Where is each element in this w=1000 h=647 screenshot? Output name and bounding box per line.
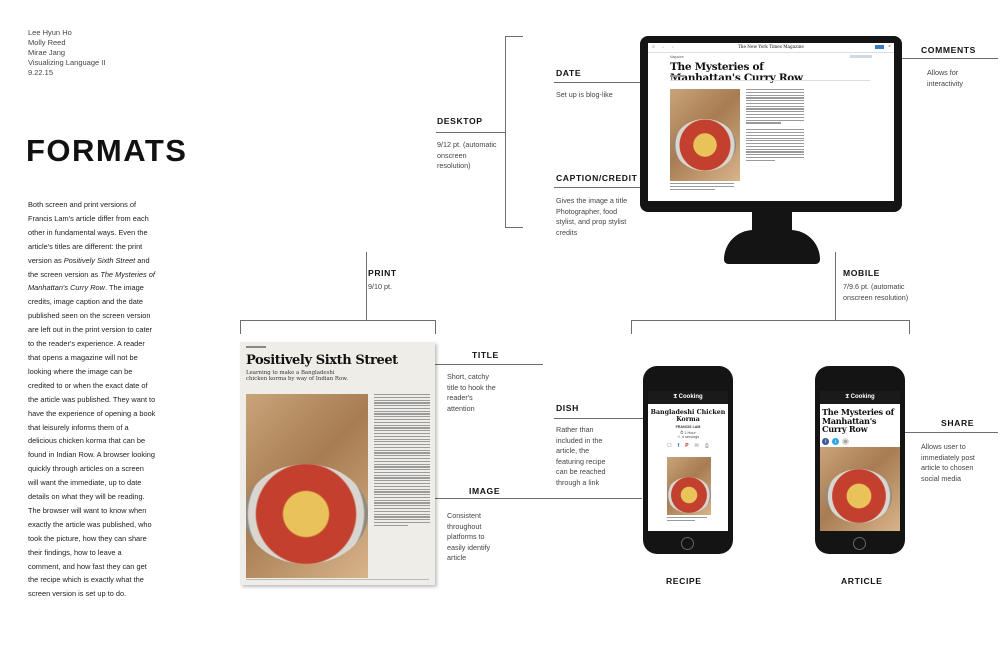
divider xyxy=(670,80,870,81)
section-label: Magazine xyxy=(670,55,684,59)
mobile-note: 7/9.6 pt. (automatic onscreen resolution… xyxy=(843,282,909,302)
publish-date xyxy=(670,75,684,77)
gear-icon[interactable]: ⚙ xyxy=(888,44,891,48)
mobile-label: MOBILE xyxy=(843,268,881,278)
share-label: SHARE xyxy=(941,418,975,428)
article-image xyxy=(820,447,900,531)
comments-bubble[interactable] xyxy=(850,55,872,58)
facebook-icon[interactable]: f xyxy=(822,437,829,445)
mobile-bracket-line xyxy=(631,320,910,321)
curry-plate xyxy=(246,464,368,564)
recipe-share-bar: ☐ f P ✉ ⎙ xyxy=(648,443,728,449)
desktop-label-line xyxy=(436,132,505,133)
recipe-yield-value: 4 servings xyxy=(681,435,700,439)
comments-label: COMMENTS xyxy=(921,45,976,55)
recipe-phone-screen: 𝕿 Cooking Bangladeshi Chicken Korma FRAN… xyxy=(648,391,728,531)
subscribe-button[interactable] xyxy=(875,45,884,49)
monitor-stand-base xyxy=(724,230,820,264)
footer-rule xyxy=(246,579,429,580)
recipe-caption xyxy=(667,517,707,523)
recipe-title: Bangladeshi Chicken Korma xyxy=(650,409,726,423)
print-label: PRINT xyxy=(368,268,397,278)
cooking-app-bar: 𝕿 Cooking xyxy=(648,391,728,404)
curry-plate xyxy=(826,469,892,523)
search-icon[interactable]: ⌕ xyxy=(672,45,674,49)
image-note: Consistent throughout platforms to easil… xyxy=(447,511,491,563)
curry-plate xyxy=(674,119,736,171)
menu-icon[interactable]: ☰ xyxy=(652,45,655,49)
article-phone-screen: 𝕿 Cooking The Mysteries of Manhattan's C… xyxy=(820,391,900,531)
article-headline: The Mysteries of Manhattan's Curry Row xyxy=(822,407,894,435)
print-title-italic: Positively Sixth Street xyxy=(63,255,136,265)
desktop-label: DESKTOP xyxy=(437,116,483,126)
author-name: Mirae Jang xyxy=(28,48,66,57)
date-label: DATE xyxy=(556,68,582,78)
email-icon[interactable]: ✉ xyxy=(842,437,849,445)
app-name: Cooking xyxy=(850,394,875,400)
desktop-note: 9/12 pt. (automatic onscreen resolution) xyxy=(437,140,497,171)
image-caption xyxy=(670,183,734,191)
title-note: Short, catchy title to hook the reader's… xyxy=(447,372,496,413)
print-icon[interactable]: ⎙ xyxy=(705,443,709,449)
home-icon[interactable]: ⌂ xyxy=(662,45,664,49)
desktop-screen: ☰ ⌂ ⌕ The New York Times Magazine ⚙ Maga… xyxy=(648,43,894,201)
author-name: Molly Reed xyxy=(28,38,66,47)
desktop-bracket-line xyxy=(505,36,523,37)
recipe-image[interactable] xyxy=(667,457,711,515)
facebook-icon[interactable]: f xyxy=(678,443,680,449)
image-label: IMAGE xyxy=(469,486,501,496)
recipe-author: FRANCIS LAM xyxy=(675,425,701,429)
print-note: 9/10 pt. xyxy=(368,282,392,291)
print-bracket-line xyxy=(435,320,436,334)
comments-note: Allows for interactivity xyxy=(927,68,963,88)
body-text-segment: . The image credits, image caption and t… xyxy=(28,283,156,599)
recipe-label: RECIPE xyxy=(666,576,702,586)
nyt-toolbar: ☰ ⌂ ⌕ The New York Times Magazine ⚙ xyxy=(648,43,894,53)
share-note: Allows user to immediately post article … xyxy=(921,442,975,483)
caption-credit-note: Gives the image a title Photographer, fo… xyxy=(556,196,628,237)
folio xyxy=(246,346,266,348)
page-title: FORMATS xyxy=(26,133,188,168)
cooking-app-bar: 𝕿 Cooking xyxy=(820,391,900,404)
article-label: ARTICLE xyxy=(841,576,883,586)
author-name: Lee Hyun Ho xyxy=(28,28,72,37)
desktop-bracket-line xyxy=(505,36,506,228)
pinterest-icon[interactable]: P xyxy=(685,443,688,449)
date-note: Set up is blog-like xyxy=(556,90,613,99)
article-image xyxy=(670,89,740,181)
course-name: Visualizing Language II xyxy=(28,58,106,67)
print-bracket-line xyxy=(240,320,436,321)
comments-pointer-line xyxy=(902,58,998,59)
print-headline: Positively Sixth Street xyxy=(246,353,398,368)
email-icon[interactable]: ✉ xyxy=(695,443,699,449)
curry-plate xyxy=(667,477,711,513)
print-body-column xyxy=(374,394,430,528)
article-share-bar: f t ✉ xyxy=(822,437,898,445)
save-icon[interactable]: ☐ xyxy=(667,443,671,449)
twitter-icon[interactable]: t xyxy=(832,437,839,445)
print-bracket-line xyxy=(240,320,241,334)
home-button[interactable] xyxy=(853,537,866,550)
caption-credit-label: CAPTION/CREDIT xyxy=(556,173,638,183)
mobile-stem-line xyxy=(835,252,836,320)
author-credits: Lee Hyun Ho Molly Reed Mirae Jang Visual… xyxy=(28,28,105,78)
print-deck: Learning to make a Bangladeshi chicken k… xyxy=(246,370,348,383)
title-label: TITLE xyxy=(472,350,499,360)
mobile-bracket-line xyxy=(631,320,632,334)
dish-label: DISH xyxy=(556,403,579,413)
app-name: Cooking xyxy=(678,394,703,400)
home-button[interactable] xyxy=(681,537,694,550)
desktop-bracket-line xyxy=(505,227,523,228)
mobile-bracket-line xyxy=(909,320,910,334)
print-magazine-page: Positively Sixth Street Learning to make… xyxy=(240,342,435,585)
dish-note: Rather than included in the article, the… xyxy=(556,425,606,487)
print-article-image xyxy=(246,394,368,578)
masthead: The New York Times Magazine xyxy=(738,44,804,49)
date-text: 9.22.15 xyxy=(28,68,54,77)
recipe-yield: ☺ 4 servings xyxy=(676,435,700,439)
print-stem-line xyxy=(366,252,367,320)
article-body-column xyxy=(746,89,804,163)
body-paragraph: Both screen and print versions of Franci… xyxy=(28,198,156,601)
